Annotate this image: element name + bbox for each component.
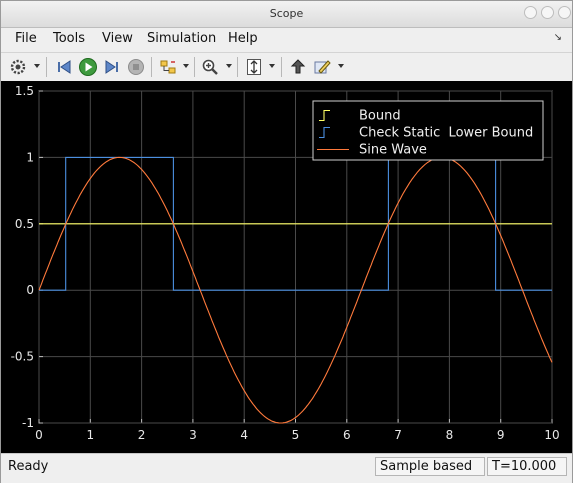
menu-view[interactable]: View <box>102 31 133 46</box>
autoscale-icon[interactable] <box>243 56 265 78</box>
x-tick-label: 5 <box>292 428 300 442</box>
scope-window: Scope File Tools View Simulation Help ↘ <box>0 0 573 483</box>
window-title: Scope <box>269 7 304 20</box>
toolbar-separator <box>281 57 282 77</box>
minimize-icon[interactable] <box>524 6 537 19</box>
legend-label-check-static-lower-bound: Check Static Lower Bound <box>359 126 533 141</box>
autoscale-dropdown-icon[interactable] <box>269 64 275 68</box>
status-bar: Ready Sample based T=10.000 <box>1 453 572 483</box>
status-ready-text: Ready <box>8 459 49 474</box>
x-tick-label: 9 <box>497 428 505 442</box>
signal-dropdown-icon[interactable] <box>183 64 189 68</box>
highlight-block-icon[interactable] <box>287 56 309 78</box>
step-back-icon[interactable] <box>53 56 75 78</box>
toolbar-separator <box>237 57 238 77</box>
menu-tools[interactable]: Tools <box>53 31 85 46</box>
y-tick-label: 1.5 <box>15 84 34 98</box>
settings-gear-icon[interactable] <box>7 56 29 78</box>
menu-help[interactable]: Help <box>228 31 258 46</box>
legend-label-bound: Bound <box>359 109 401 124</box>
stop-icon[interactable] <box>125 56 147 78</box>
toolbar-separator <box>194 57 195 77</box>
x-tick-label: 3 <box>189 428 197 442</box>
x-tick-label: 1 <box>86 428 94 442</box>
step-forward-icon[interactable] <box>101 56 123 78</box>
zoom-dropdown-icon[interactable] <box>226 64 232 68</box>
y-tick-label: 1 <box>26 150 34 164</box>
zoom-in-icon[interactable] <box>199 56 221 78</box>
style-dropdown-icon[interactable] <box>338 64 344 68</box>
settings-dropdown-icon[interactable] <box>34 64 40 68</box>
toolbar-separator <box>151 57 152 77</box>
toolbar <box>1 52 572 82</box>
x-tick-label: 0 <box>35 428 43 442</box>
sim-time-cell: T=10.000 <box>487 457 567 476</box>
menu-file[interactable]: File <box>15 31 37 46</box>
sample-mode-cell: Sample based <box>375 457 485 476</box>
x-tick-label: 7 <box>394 428 402 442</box>
menu-bar: File Tools View Simulation Help ↘ <box>1 28 572 50</box>
scope-plot[interactable]: 0 1 2 3 4 5 6 7 8 9 10 -1 -0.5 0 0.5 1 1.5 Bound Check Sta… <box>1 81 572 453</box>
legend-label-sine-wave: Sine Wave <box>359 143 427 158</box>
undock-arrow-icon[interactable]: ↘ <box>554 32 562 43</box>
y-tick-label: -1 <box>22 416 34 430</box>
x-tick-label: 4 <box>240 428 248 442</box>
y-tick-label: 0 <box>26 283 34 297</box>
x-tick-label: 8 <box>446 428 454 442</box>
maximize-icon[interactable] <box>541 6 554 19</box>
close-icon[interactable] <box>558 6 571 19</box>
y-tick-label: -0.5 <box>11 350 34 364</box>
toolbar-separator <box>46 57 47 77</box>
x-tick-label: 6 <box>343 428 351 442</box>
x-tick-label: 2 <box>138 428 146 442</box>
y-tick-label: 0.5 <box>15 217 34 231</box>
menu-simulation[interactable]: Simulation <box>147 31 216 46</box>
x-tick-label: 10 <box>544 428 559 442</box>
run-icon[interactable] <box>77 56 99 78</box>
signal-select-icon[interactable] <box>157 56 179 78</box>
edit-style-icon[interactable] <box>311 56 333 78</box>
title-bar[interactable]: Scope <box>1 1 572 28</box>
scope-plot-area[interactable]: 0 1 2 3 4 5 6 7 8 9 10 -1 -0.5 0 0.5 1 1.5 Bound Check Sta… <box>1 81 572 453</box>
